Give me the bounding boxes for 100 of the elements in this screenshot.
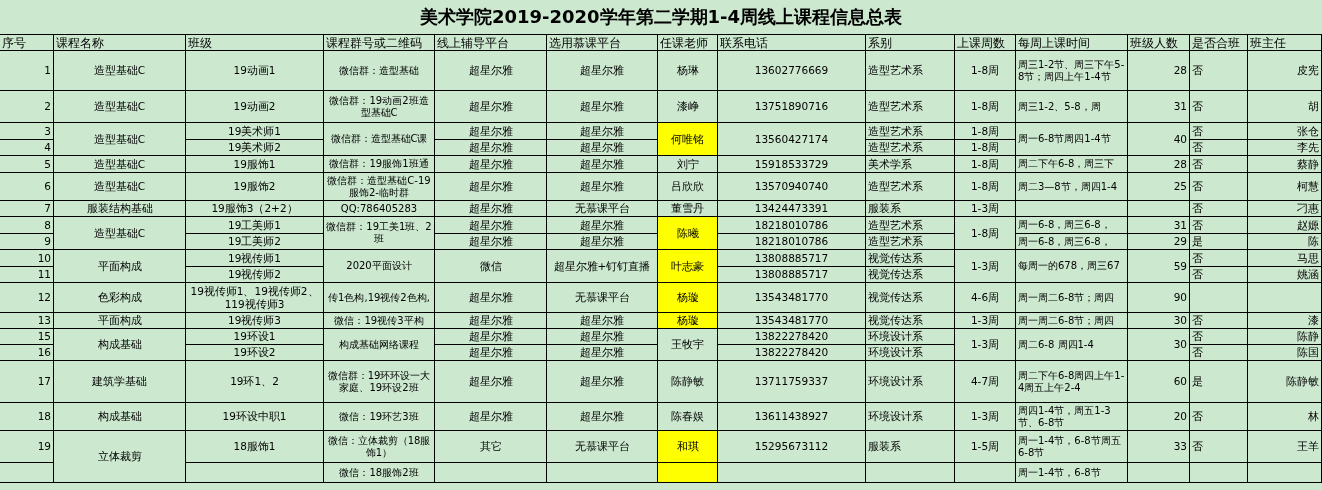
table-cell: 视觉传达系 bbox=[866, 313, 955, 329]
table-cell: 微信 bbox=[435, 250, 547, 283]
table-cell: 30 bbox=[1128, 329, 1190, 361]
table-cell: 否 bbox=[1190, 201, 1248, 217]
table-cell: 造型基础C bbox=[54, 217, 186, 250]
table-cell: 19环设中职1 bbox=[186, 403, 324, 431]
table-cell: 1-8周 bbox=[955, 173, 1016, 201]
table-cell: 1-8周 bbox=[955, 51, 1016, 91]
table-cell: 1-5周 bbox=[955, 431, 1016, 463]
table-cell: 18服饰1 bbox=[186, 431, 324, 463]
table-cell: 13560427174 bbox=[718, 123, 866, 156]
table-cell: 环境设计系 bbox=[866, 345, 955, 361]
table-cell: 13751890716 bbox=[718, 91, 866, 123]
table-cell: 无慕课平台 bbox=[547, 431, 658, 463]
table-cell: 超星尔雅 bbox=[547, 51, 658, 91]
column-header: 每周上课时间 bbox=[1016, 35, 1128, 51]
table-cell: 1-3周 bbox=[955, 250, 1016, 283]
column-header: 课程名称 bbox=[54, 35, 186, 51]
table-cell: 10 bbox=[0, 250, 54, 267]
table-cell: 否 bbox=[1190, 173, 1248, 201]
table-cell: 5 bbox=[0, 156, 54, 173]
table-cell: 陈春娱 bbox=[658, 403, 718, 431]
table-cell: 造型艺术系 bbox=[866, 123, 955, 140]
table-cell: 60 bbox=[1128, 361, 1190, 403]
table-cell: 杨璇 bbox=[658, 283, 718, 313]
table-cell: 否 bbox=[1190, 403, 1248, 431]
table-cell: 否 bbox=[1190, 329, 1248, 345]
table-cell: 超星尔雅 bbox=[547, 361, 658, 403]
table-cell: 16 bbox=[0, 345, 54, 361]
table-cell: 传1色构,19视传2色构, bbox=[324, 283, 435, 313]
table-cell: 13602776669 bbox=[718, 51, 866, 91]
table-cell: 构成基础 bbox=[54, 403, 186, 431]
table-cell: 12 bbox=[0, 283, 54, 313]
table-cell: 4-6周 bbox=[955, 283, 1016, 313]
table-cell: 杨璇 bbox=[658, 313, 718, 329]
table-cell: 19服饰3（2+2） bbox=[186, 201, 324, 217]
table-cell: 19工美师1 bbox=[186, 217, 324, 234]
table-cell: 周二下午6-8周四上午1-4周五上午2-4 bbox=[1016, 361, 1128, 403]
table-cell: 25 bbox=[1128, 173, 1190, 201]
table-cell: 19美术师1 bbox=[186, 123, 324, 140]
table-cell: 周四1-4节，周五1-3节、6-8节 bbox=[1016, 403, 1128, 431]
table-cell: 和琪 bbox=[658, 431, 718, 463]
table-cell: 28 bbox=[1128, 156, 1190, 173]
table-cell: 超星尔雅 bbox=[435, 329, 547, 345]
table-cell: 否 bbox=[1190, 313, 1248, 329]
table-cell: 2020平面设计 bbox=[324, 250, 435, 283]
table-cell: 陈静敏 bbox=[1248, 361, 1322, 403]
table-cell: 13822278420 bbox=[718, 329, 866, 345]
table-cell: 王羊 bbox=[1248, 431, 1322, 463]
table-cell: 周一6-8节周四1-4节 bbox=[1016, 123, 1128, 156]
table-cell: 19视传师3 bbox=[186, 313, 324, 329]
table-cell: 1 bbox=[0, 51, 54, 91]
table-cell: 环境设计系 bbox=[866, 403, 955, 431]
table-cell: 超星尔雅 bbox=[435, 361, 547, 403]
table-cell: 15295673112 bbox=[718, 431, 866, 463]
table-cell: 18218010786 bbox=[718, 217, 866, 234]
table-cell: 建筑学基础 bbox=[54, 361, 186, 403]
column-header: 班级人数 bbox=[1128, 35, 1190, 51]
table-cell: 环境设计系 bbox=[866, 329, 955, 345]
table-cell: 1-3周 bbox=[955, 329, 1016, 361]
table-cell: 超星尔雅 bbox=[435, 345, 547, 361]
table-cell: 29 bbox=[1128, 234, 1190, 250]
table-cell: 11 bbox=[0, 267, 54, 283]
table-cell: 色彩构成 bbox=[54, 283, 186, 313]
table-cell: 吕欣欣 bbox=[658, 173, 718, 201]
table-cell: 陈国 bbox=[1248, 345, 1322, 361]
table-cell: 林 bbox=[1248, 403, 1322, 431]
table-cell: 8 bbox=[0, 217, 54, 234]
table-cell: QQ:786405283 bbox=[324, 201, 435, 217]
table-cell: 40 bbox=[1128, 123, 1190, 156]
table-cell: 柯慧 bbox=[1248, 173, 1322, 201]
table-cell: 18 bbox=[0, 403, 54, 431]
table-cell: 19动画2 bbox=[186, 91, 324, 123]
table-cell: 6 bbox=[0, 173, 54, 201]
table-cell: 否 bbox=[1190, 123, 1248, 140]
table-cell: 造型基础C bbox=[54, 173, 186, 201]
table-cell: 微信群：19动画2班造型基础C bbox=[324, 91, 435, 123]
table-cell: 超星尔雅 bbox=[435, 173, 547, 201]
table-cell: 7 bbox=[0, 201, 54, 217]
table-cell: 否 bbox=[1190, 267, 1248, 283]
table-cell: 周一6-8，周三6-8， bbox=[1016, 217, 1128, 234]
table-cell: 13808885717 bbox=[718, 250, 866, 267]
table-cell: 李先 bbox=[1248, 140, 1322, 156]
table-cell: 周二6-8 周四1-4 bbox=[1016, 329, 1128, 361]
table-cell: 马思 bbox=[1248, 250, 1322, 267]
column-header: 班级 bbox=[186, 35, 324, 51]
table-cell: 微信：19环艺3班 bbox=[324, 403, 435, 431]
table-cell: 刁惠 bbox=[1248, 201, 1322, 217]
table-cell: 超星尔雅 bbox=[547, 91, 658, 123]
table-cell: 是 bbox=[1190, 361, 1248, 403]
table-cell: 是 bbox=[1190, 234, 1248, 250]
table-cell: 超星尔雅 bbox=[435, 313, 547, 329]
table-cell: 造型艺术系 bbox=[866, 173, 955, 201]
table-cell: 服装系 bbox=[866, 431, 955, 463]
table-cell: 姚涵 bbox=[1248, 267, 1322, 283]
table-cell: 造型基础C bbox=[54, 51, 186, 91]
table-cell: 超星尔雅 bbox=[435, 217, 547, 234]
table-cell: 28 bbox=[1128, 51, 1190, 91]
table-cell: 20 bbox=[1128, 403, 1190, 431]
table-cell: 张仓 bbox=[1248, 123, 1322, 140]
